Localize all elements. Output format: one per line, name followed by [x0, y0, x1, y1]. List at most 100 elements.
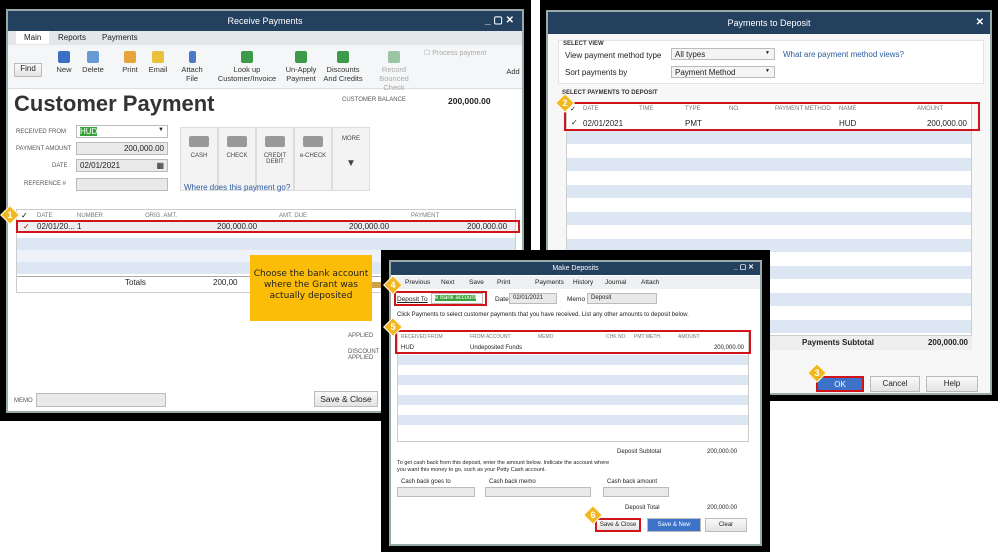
col-payment: PAYMENT: [411, 213, 440, 219]
next-button[interactable]: Next: [441, 279, 454, 286]
received-from-label: RECEIVED FROM: [16, 129, 67, 135]
date-input[interactable]: 02/01/2021: [509, 293, 557, 304]
memo-input[interactable]: [36, 393, 166, 407]
subtotal-value: 200,000.00: [927, 338, 968, 347]
table-row-empty: [567, 185, 971, 198]
record-bounced-check-button[interactable]: Record Bounced Check: [368, 51, 420, 92]
method-type-value: All types: [675, 50, 706, 59]
col-date: DATE: [37, 213, 53, 219]
select-payments-heading: SELECT PAYMENTS TO DEPOSIT: [562, 90, 658, 96]
method-more[interactable]: MORE ▼: [332, 127, 370, 191]
unapply-icon: [295, 51, 307, 63]
attach-button[interactable]: Attach: [641, 279, 659, 286]
deposit-toolbar: Previous Next Save Print Payments Histor…: [391, 276, 760, 289]
cashback-memo-input[interactable]: [485, 487, 591, 497]
previous-button[interactable]: Previous: [405, 279, 430, 286]
save-new-button[interactable]: Save & New: [647, 518, 701, 532]
method-echeck[interactable]: e-CHECK: [294, 127, 332, 191]
payment-method-views-link[interactable]: What are payment method views?: [783, 50, 904, 59]
reference-input[interactable]: [76, 178, 168, 191]
cashback-amount-input[interactable]: [603, 487, 669, 497]
triangle-down-icon: ▼: [346, 158, 356, 169]
step1-highlight: [16, 220, 520, 233]
lookup-button[interactable]: Look up Customer/Invoice: [216, 51, 278, 83]
journal-button[interactable]: Journal: [605, 279, 626, 286]
payments-button[interactable]: Payments: [535, 279, 564, 286]
bounced-icon: [388, 51, 400, 63]
cashback-memo-label: Cash back memo: [489, 479, 536, 485]
col-check: ✓: [21, 211, 28, 220]
attach-file-button[interactable]: Attach File: [180, 51, 204, 83]
where-payment-goes-link[interactable]: Where does this payment go?: [184, 183, 290, 192]
new-icon: [58, 51, 70, 63]
col-orig-amt: ORIG. AMT.: [145, 213, 178, 219]
cashback-instructions: To get cash back from this deposit, ente…: [397, 460, 610, 473]
method-check[interactable]: CHECK: [218, 127, 256, 191]
unapply-payment-button[interactable]: Un-Apply Payment: [284, 51, 318, 83]
table-row-empty: [398, 355, 748, 365]
payment-amount-input[interactable]: 200,000.00: [76, 142, 168, 155]
lookup-label: Look up Customer/Invoice: [217, 65, 277, 83]
method-type-label: View payment method type: [565, 51, 662, 60]
calendar-icon[interactable]: ▦: [156, 161, 164, 170]
reference-label: REFERENCE #: [24, 181, 67, 187]
tab-reports[interactable]: Reports: [58, 33, 86, 42]
date-input[interactable]: 02/01/2021 ▦: [76, 159, 168, 172]
find-button[interactable]: Find: [14, 63, 42, 77]
print-button[interactable]: Print: [118, 51, 142, 74]
cashback-account-dropdown[interactable]: [397, 487, 475, 497]
close-icon[interactable]: ✕: [976, 17, 984, 28]
tab-main[interactable]: Main: [16, 31, 50, 44]
received-from-dropdown[interactable]: HUD ▼: [76, 125, 168, 138]
window-controls[interactable]: _ ▢ ✕: [485, 15, 514, 26]
subtotal-label: Payments Subtotal: [802, 338, 875, 347]
method-type-dropdown[interactable]: All types ▼: [671, 48, 775, 60]
discounts-label: Discounts And Credits: [323, 65, 363, 83]
table-row-empty: [567, 199, 971, 212]
method-cash[interactable]: CASH: [180, 127, 218, 191]
step5-highlight: [395, 330, 751, 354]
deposit-total-label: Deposit Total: [625, 505, 660, 511]
payment-amount-label: PAYMENT AMOUNT: [16, 146, 72, 152]
save-close-button[interactable]: Save & Close: [314, 391, 378, 407]
email-label: Email: [148, 65, 168, 74]
discounts-button[interactable]: Discounts And Credits: [320, 51, 366, 83]
process-payment-label: Process payment: [432, 50, 487, 57]
email-button[interactable]: Email: [146, 51, 170, 74]
unapply-label: Un-Apply Payment: [285, 65, 317, 83]
save-button[interactable]: Save: [469, 279, 484, 286]
window-title: Payments to Deposit: [548, 12, 990, 34]
new-label: New: [56, 65, 72, 74]
step2-highlight: [564, 102, 980, 131]
new-button[interactable]: New: [54, 51, 74, 74]
table-row-empty: [567, 158, 971, 171]
delete-button[interactable]: Delete: [80, 51, 106, 74]
save-close-button[interactable]: Save & Close: [595, 518, 641, 532]
window-controls[interactable]: _ ▢ ✕: [734, 263, 754, 271]
cashback-goes-label: Cash back goes to: [401, 479, 451, 485]
help-button[interactable]: Help: [926, 376, 978, 392]
deposit-subtotal-value: 200,000.00: [707, 449, 738, 455]
paperclip-icon: [188, 51, 196, 63]
echeck-label: e-CHECK: [299, 153, 327, 159]
history-button[interactable]: History: [573, 279, 593, 286]
lookup-icon: [241, 51, 253, 63]
memo-input[interactable]: Deposit: [587, 293, 657, 304]
clear-button[interactable]: Clear: [705, 518, 747, 532]
credit-label: CREDIT DEBIT: [263, 153, 287, 165]
make-deposits-window: Make Deposits _ ▢ ✕ Previous Next Save P…: [389, 260, 762, 546]
step4-highlight: [394, 291, 487, 306]
add-button[interactable]: Add: [506, 67, 520, 76]
ok-button[interactable]: OK: [816, 376, 864, 392]
table-row-empty: [398, 375, 748, 385]
process-payment-checkbox[interactable]: ☐ Process payment: [424, 49, 486, 57]
date-value: 02/01/2021: [80, 161, 121, 170]
tab-payments[interactable]: Payments: [102, 33, 138, 42]
print-button[interactable]: Print: [497, 279, 510, 286]
sort-dropdown[interactable]: Payment Method ▼: [671, 66, 775, 78]
check-icon: [227, 136, 247, 147]
chevron-down-icon: ▼: [158, 127, 164, 133]
method-credit-debit[interactable]: CREDIT DEBIT: [256, 127, 294, 191]
window-title: Make Deposits: [391, 262, 760, 275]
cancel-button[interactable]: Cancel: [870, 376, 920, 392]
